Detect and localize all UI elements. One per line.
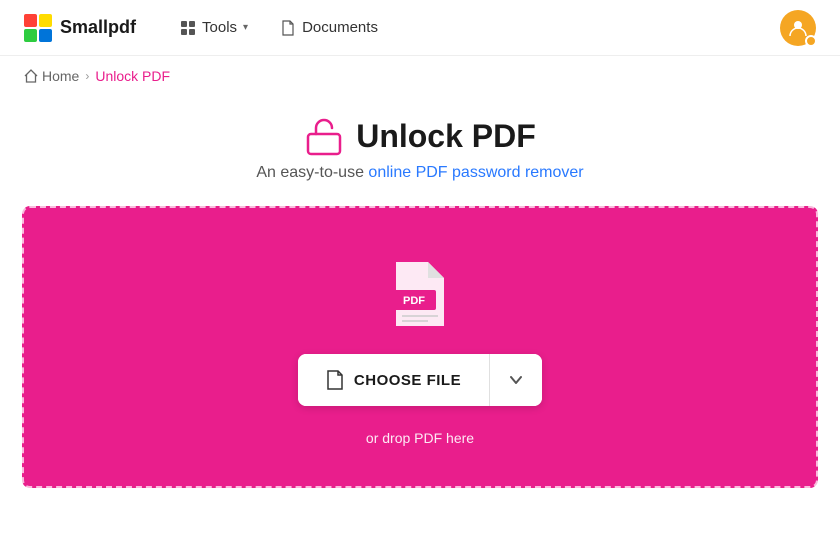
pdf-file-icon: PDF <box>388 258 452 330</box>
page-title-area: Unlock PDF <box>304 116 536 156</box>
user-avatar[interactable] <box>780 10 816 46</box>
choose-file-button-area: CHOOSE FILE <box>298 354 542 406</box>
drop-zone[interactable]: PDF CHOOSE FILE <box>22 206 818 488</box>
chevron-down-icon <box>508 372 524 388</box>
subtitle-link[interactable]: online PDF password remover <box>368 164 583 181</box>
nav-tools-label: Tools <box>202 19 237 36</box>
logo-text: Smallpdf <box>60 17 136 38</box>
smallpdf-logo-icon <box>24 14 52 42</box>
nav-documents-label: Documents <box>302 19 378 36</box>
svg-text:PDF: PDF <box>403 295 425 307</box>
page-title: Unlock PDF <box>356 118 536 155</box>
avatar-badge <box>805 35 817 47</box>
document-icon <box>280 20 296 36</box>
main-content: Unlock PDF An easy-to-use online PDF pas… <box>0 96 840 488</box>
page-subtitle: An easy-to-use online PDF password remov… <box>256 164 583 182</box>
choose-file-label: CHOOSE FILE <box>354 372 461 389</box>
drop-hint-text: or drop PDF here <box>366 430 474 446</box>
tools-chevron-icon: ▾ <box>243 22 248 33</box>
breadcrumb-current-page: Unlock PDF <box>95 68 170 84</box>
unlock-icon <box>304 116 344 156</box>
breadcrumb-home-link[interactable]: Home <box>24 68 79 84</box>
nav-tools[interactable]: Tools ▾ <box>168 13 260 42</box>
header: Smallpdf Tools ▾ Documents <box>0 0 840 56</box>
file-icon-small <box>326 370 344 390</box>
breadcrumb: Home › Unlock PDF <box>0 56 840 96</box>
breadcrumb-separator: › <box>85 69 89 83</box>
main-nav: Tools ▾ Documents <box>168 13 780 42</box>
choose-file-button[interactable]: CHOOSE FILE <box>298 354 490 406</box>
avatar-icon <box>788 18 808 38</box>
choose-file-dropdown-button[interactable] <box>490 354 542 406</box>
home-icon <box>24 69 38 83</box>
nav-documents[interactable]: Documents <box>268 13 390 42</box>
subtitle-text-before: An easy-to-use <box>256 164 368 181</box>
grid-icon <box>180 20 196 36</box>
logo[interactable]: Smallpdf <box>24 14 136 42</box>
breadcrumb-home-label: Home <box>42 68 79 84</box>
